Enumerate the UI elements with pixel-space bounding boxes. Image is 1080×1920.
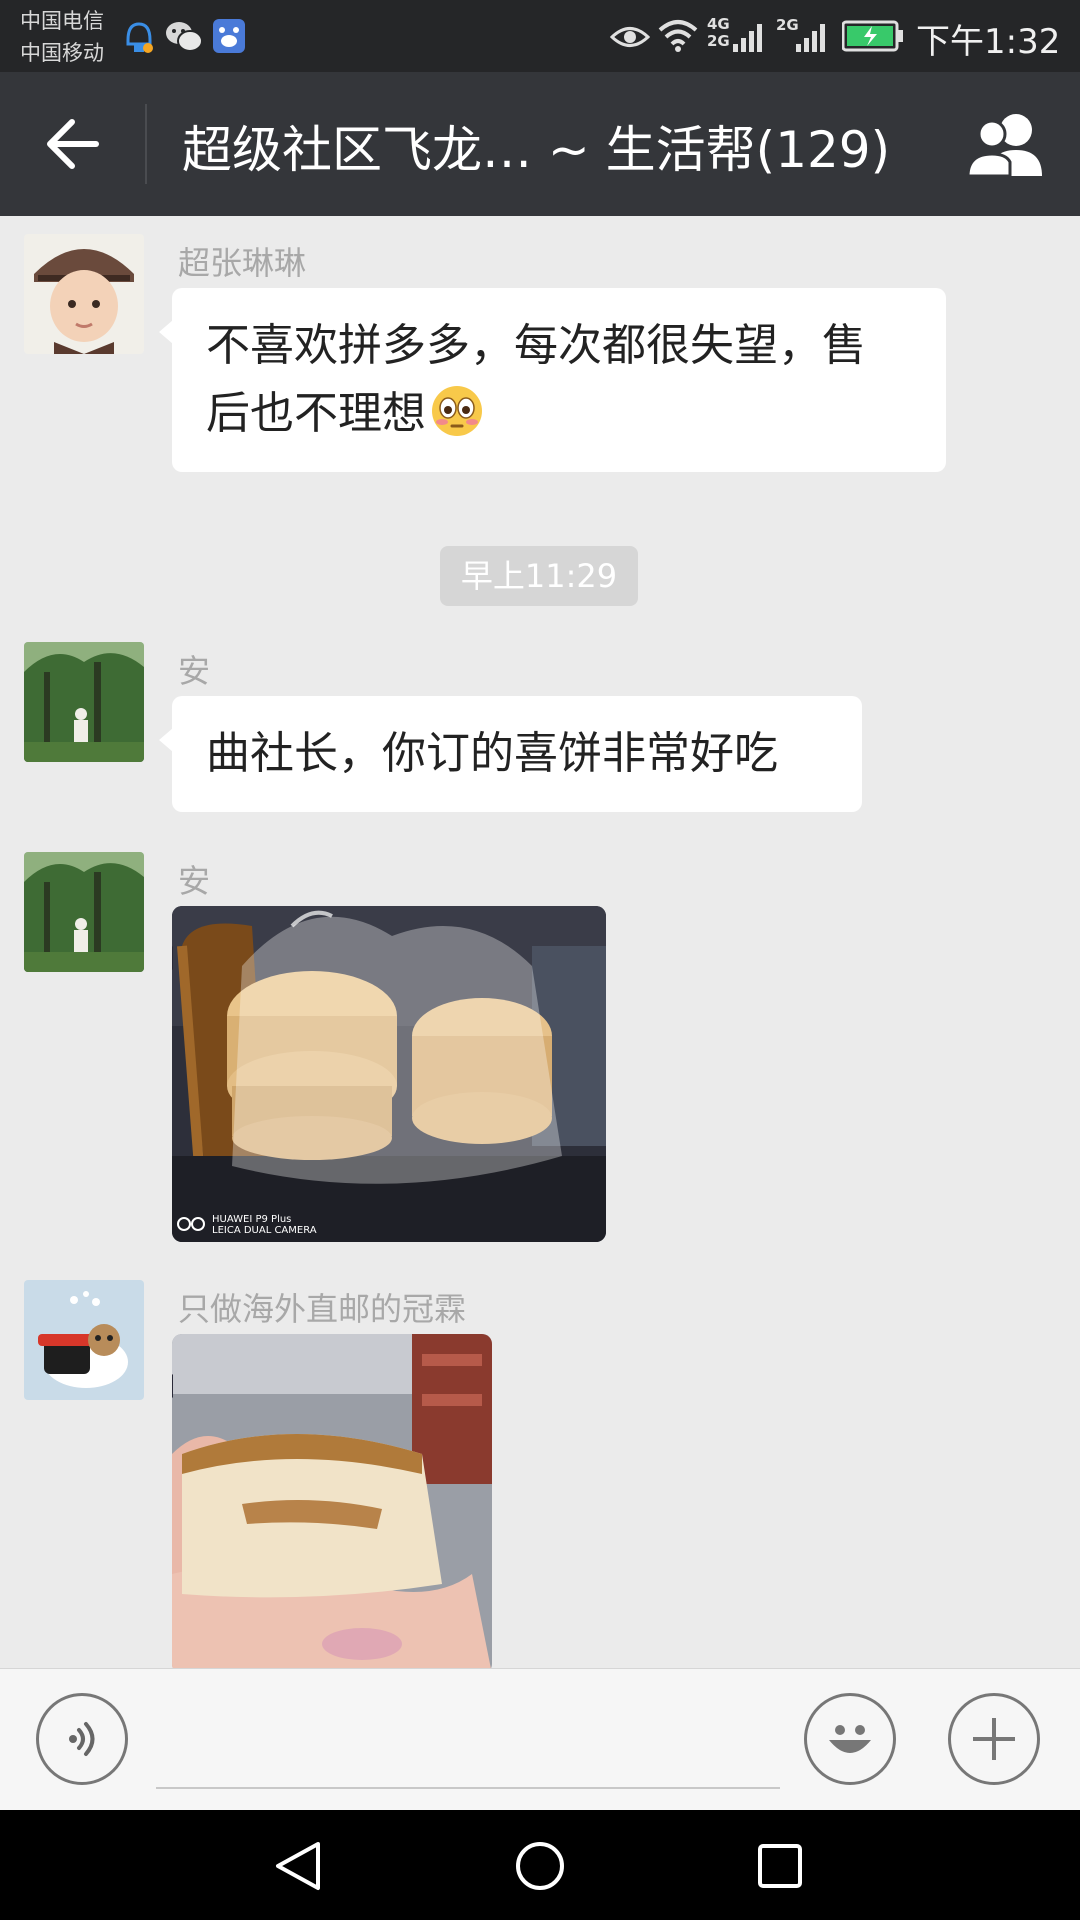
message-bubble[interactable]: 曲社长，你订的喜饼非常好吃 [159, 696, 862, 812]
carrier-2: 中国移动 [20, 41, 104, 65]
avatar[interactable] [24, 642, 144, 762]
photo-buns-in-bag [172, 906, 606, 1242]
baidu-icon [213, 19, 245, 53]
network-type-2: 2G [707, 32, 730, 50]
photo-bun-filling [172, 1334, 492, 1668]
flushed-emoji-icon [432, 386, 482, 436]
timestamp-divider: 早上11:29 [440, 546, 638, 606]
message-text: 曲社长，你订的喜饼非常好吃 [206, 728, 778, 779]
chat-message-list[interactable]: 超张琳琳 不喜欢拼多多，每次都很失望，售 后也不理想 早上11:29 安 曲社长… [0, 216, 1080, 1668]
sender-name: 安 [178, 862, 211, 900]
plus-icon [973, 1718, 1015, 1760]
sender-name: 超张琳琳 [178, 244, 307, 282]
image-message[interactable] [172, 1334, 492, 1668]
notification-bell-icon [126, 22, 153, 53]
back-arrow-icon[interactable] [44, 118, 100, 170]
more-options-button[interactable] [948, 1693, 1040, 1785]
signal-icon [733, 24, 762, 52]
sender-name: 只做海外直邮的冠霖 [178, 1290, 467, 1328]
voice-input-button[interactable] [36, 1693, 128, 1785]
emoji-button[interactable] [804, 1693, 896, 1785]
avatar[interactable] [24, 234, 144, 354]
battery-charging-icon [842, 20, 903, 52]
group-members-icon[interactable] [966, 110, 1050, 178]
nav-home-icon[interactable] [514, 1840, 566, 1892]
wechat-icon [166, 22, 203, 52]
system-navigation-bar [0, 1810, 1080, 1920]
carrier-1: 中国电信 [20, 9, 104, 33]
network-type-1: 4G [707, 15, 730, 33]
image-message[interactable]: HUAWEI P9 Plus LEICA DUAL CAMERA [172, 906, 606, 1242]
message-text-line-2: 后也不理想 [206, 388, 426, 439]
message-bubble[interactable]: 不喜欢拼多多，每次都很失望，售 后也不理想 [159, 288, 946, 472]
photo-watermark-brand: HUAWEI P9 Plus [212, 1214, 292, 1225]
header-divider [145, 104, 147, 184]
sender-name: 安 [178, 652, 211, 690]
message-text-input[interactable] [156, 1787, 780, 1789]
photo-watermark-camera: LEICA DUAL CAMERA [212, 1225, 317, 1236]
avatar[interactable] [24, 852, 144, 972]
chat-title[interactable]: 超级社区飞龙… ~ 生活帮(129) [182, 110, 890, 182]
signal-icon-2 [796, 24, 825, 52]
nav-recents-icon[interactable] [756, 1842, 804, 1890]
chat-header: 超级社区飞龙… ~ 生活帮(129) [0, 72, 1080, 216]
message-text-line-1: 不喜欢拼多多，每次都很失望，售 [206, 320, 866, 371]
nav-back-icon[interactable] [272, 1840, 324, 1892]
avatar[interactable] [24, 1280, 144, 1400]
voice-input-icon [69, 1722, 95, 1756]
eye-icon [610, 27, 650, 47]
clock: 下午1:32 [916, 22, 1061, 62]
message-input-bar [0, 1668, 1080, 1811]
wifi-icon [658, 20, 698, 52]
status-bar: 中国电信 中国移动 4G 2G 2G 下午1:32 [0, 0, 1080, 72]
emoji-icon [829, 1725, 871, 1753]
